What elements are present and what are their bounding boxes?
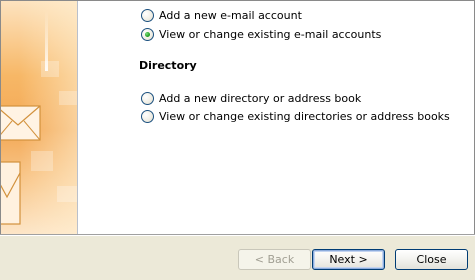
side-banner <box>1 1 77 235</box>
radio-label: Add a new directory or address book <box>159 92 362 105</box>
radio-label: Add a new e-mail account <box>159 9 302 22</box>
radio-button-selected-icon[interactable] <box>141 28 154 41</box>
envelope-icon <box>1 105 41 141</box>
directory-section-title: Directory <box>139 59 197 72</box>
close-button[interactable]: Close <box>395 249 468 270</box>
radio-add-email-account[interactable]: Add a new e-mail account <box>141 9 302 22</box>
radio-button-icon[interactable] <box>141 92 154 105</box>
radio-label: View or change existing directories or a… <box>159 110 450 123</box>
radio-view-directories[interactable]: View or change existing directories or a… <box>141 110 450 123</box>
radio-button-icon[interactable] <box>141 110 154 123</box>
back-button[interactable]: < Back <box>238 249 311 270</box>
radio-add-directory[interactable]: Add a new directory or address book <box>141 92 361 105</box>
radio-view-email-accounts[interactable]: View or change existing e-mail accounts <box>141 28 381 41</box>
radio-button-icon[interactable] <box>141 9 154 22</box>
wizard-content: Add a new e-mail account View or change … <box>78 1 474 235</box>
envelope-icon <box>1 161 21 225</box>
next-button[interactable]: Next > <box>312 249 385 270</box>
radio-label: View or change existing e-mail accounts <box>159 28 382 41</box>
